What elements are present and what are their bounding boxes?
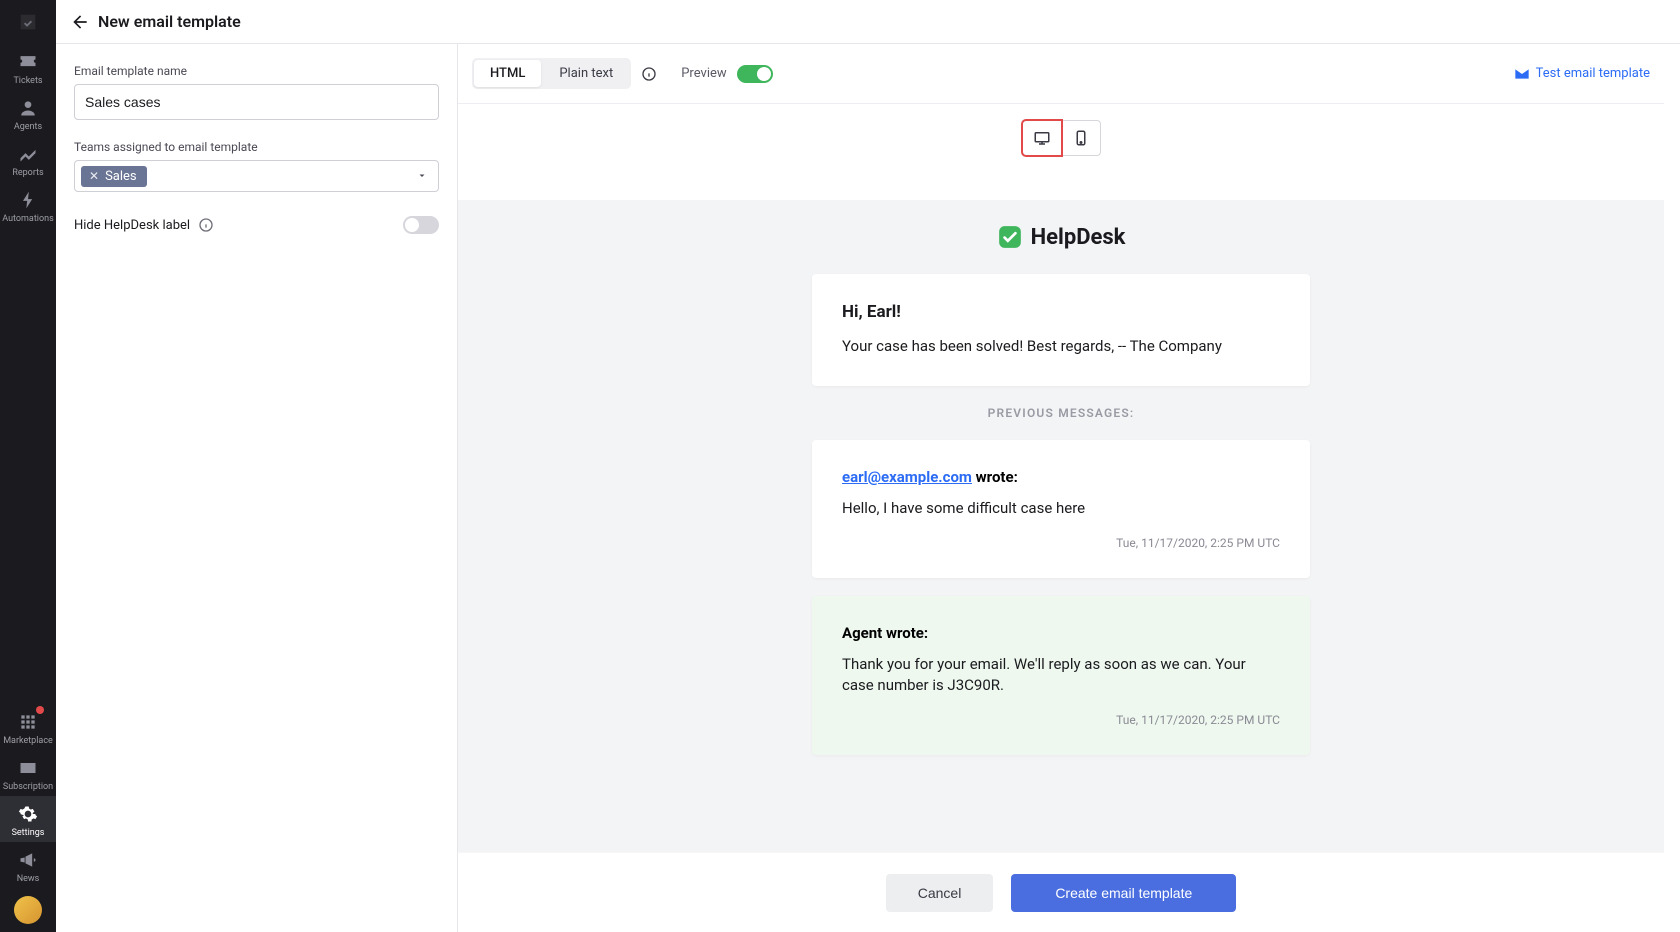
- sidebar-item-subscription[interactable]: Subscription: [0, 750, 56, 796]
- teams-select[interactable]: ✕ Sales: [74, 160, 439, 192]
- info-icon[interactable]: [641, 66, 657, 82]
- sidebar-item-label: Marketplace: [3, 736, 53, 746]
- footer-actions: Cancel Create email template: [458, 852, 1664, 932]
- helpdesk-icon: [997, 224, 1023, 250]
- preview-panel: HTML Plain text Preview Test email templ…: [458, 44, 1664, 932]
- desktop-icon: [1033, 129, 1051, 147]
- template-name-label: Email template name: [74, 64, 439, 78]
- chip-label: Sales: [105, 169, 137, 184]
- page-title: New email template: [98, 12, 241, 31]
- quote-author: earl@example.com wrote:: [842, 468, 1280, 486]
- sidebar-item-label: Tickets: [13, 76, 42, 86]
- agent-author: Agent wrote:: [842, 624, 1280, 642]
- email-greeting: Hi, Earl!: [842, 302, 1280, 322]
- email-main-card: Hi, Earl! Your case has been solved! Bes…: [812, 274, 1310, 386]
- sidebar-item-marketplace[interactable]: Marketplace: [0, 704, 56, 750]
- back-button[interactable]: [68, 10, 92, 34]
- sidebar-item-label: Automations: [2, 214, 53, 224]
- template-name-input[interactable]: [74, 84, 439, 120]
- email-canvas: HelpDesk Hi, Earl! Your case has been so…: [458, 200, 1664, 932]
- hide-label-toggle[interactable]: [403, 216, 439, 234]
- tab-plain-text[interactable]: Plain text: [543, 60, 629, 87]
- quote-author-email[interactable]: earl@example.com: [842, 468, 972, 486]
- sidebar: Tickets Agents Reports Automations Marke…: [0, 0, 56, 932]
- sidebar-item-label: Settings: [12, 828, 45, 838]
- quote-body: Hello, I have some difficult case here: [842, 498, 1280, 520]
- sidebar-item-label: Reports: [12, 168, 43, 178]
- cancel-button[interactable]: Cancel: [886, 874, 994, 912]
- create-button[interactable]: Create email template: [1011, 874, 1236, 912]
- app-logo: [0, 0, 56, 44]
- form-panel: Email template name Teams assigned to em…: [56, 44, 458, 932]
- quote-timestamp: Tue, 11/17/2020, 2:25 PM UTC: [842, 536, 1280, 550]
- device-mobile-button[interactable]: [1061, 120, 1101, 156]
- info-icon[interactable]: [198, 217, 214, 233]
- teams-label: Teams assigned to email template: [74, 140, 439, 154]
- brand-text: HelpDesk: [1031, 225, 1126, 250]
- email-body: Your case has been solved! Best regards,…: [842, 336, 1280, 358]
- sidebar-item-automations[interactable]: Automations: [0, 182, 56, 228]
- test-email-label: Test email template: [1536, 66, 1650, 81]
- email-quote-card: earl@example.com wrote: Hello, I have so…: [812, 440, 1310, 578]
- team-chip: ✕ Sales: [81, 166, 147, 187]
- sidebar-item-reports[interactable]: Reports: [0, 136, 56, 182]
- test-email-link[interactable]: Test email template: [1514, 66, 1650, 82]
- mobile-icon: [1072, 129, 1090, 147]
- sidebar-item-label: Agents: [14, 122, 42, 132]
- chip-remove-icon[interactable]: ✕: [89, 169, 99, 183]
- sidebar-item-label: News: [17, 874, 40, 884]
- preview-toolbar: HTML Plain text Preview Test email templ…: [458, 44, 1664, 104]
- preview-label: Preview: [681, 66, 726, 81]
- previous-messages-label: PREVIOUS MESSAGES:: [458, 406, 1664, 420]
- format-toggle: HTML Plain text: [472, 58, 631, 89]
- sidebar-item-news[interactable]: News: [0, 842, 56, 888]
- email-icon: [1514, 66, 1530, 82]
- agent-body: Thank you for your email. We'll reply as…: [842, 654, 1280, 698]
- page-header: New email template: [56, 0, 1680, 44]
- agent-timestamp: Tue, 11/17/2020, 2:25 PM UTC: [842, 713, 1280, 727]
- sidebar-item-settings[interactable]: Settings: [0, 796, 56, 842]
- preview-toggle[interactable]: [737, 65, 773, 83]
- brand-row: HelpDesk: [458, 224, 1664, 250]
- quote-wrote: wrote:: [972, 468, 1018, 486]
- tab-html[interactable]: HTML: [474, 60, 541, 87]
- avatar[interactable]: [14, 896, 42, 924]
- chevron-down-icon: [416, 167, 428, 186]
- sidebar-item-tickets[interactable]: Tickets: [0, 44, 56, 90]
- notification-badge: [36, 706, 44, 714]
- sidebar-item-label: Subscription: [3, 782, 53, 792]
- device-toggle: [458, 104, 1664, 168]
- device-desktop-button[interactable]: [1022, 120, 1062, 156]
- hide-label-text: Hide HelpDesk label: [74, 218, 190, 233]
- sidebar-item-agents[interactable]: Agents: [0, 90, 56, 136]
- email-agent-card: Agent wrote: Thank you for your email. W…: [812, 596, 1310, 756]
